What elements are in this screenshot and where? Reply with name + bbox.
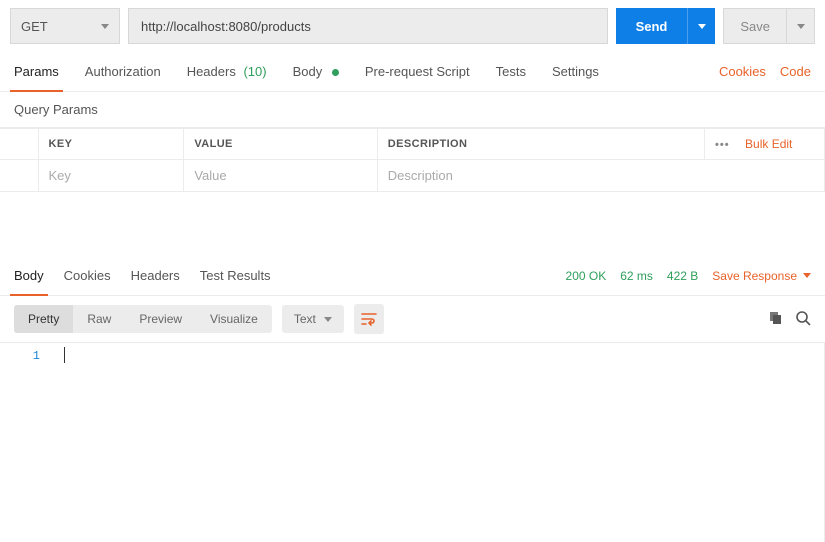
col-description: DESCRIPTION <box>377 129 704 160</box>
chevron-down-icon <box>101 24 109 29</box>
tab-prerequest[interactable]: Pre-request Script <box>365 52 470 91</box>
table-row: Key Value Description <box>0 160 825 192</box>
headers-count: (10) <box>243 64 266 79</box>
body-indicator-icon <box>332 69 339 76</box>
tab-body[interactable]: Body <box>293 52 339 91</box>
cursor-icon <box>64 347 65 363</box>
line-gutter: 1 <box>0 343 50 542</box>
response-time: 62 ms <box>620 269 653 283</box>
query-params-title: Query Params <box>0 92 825 128</box>
preview-button[interactable]: Preview <box>125 305 196 333</box>
cookies-link[interactable]: Cookies <box>719 64 766 79</box>
tab-response-testresults[interactable]: Test Results <box>200 256 271 295</box>
method-select[interactable]: GET <box>10 8 120 44</box>
save-response-label: Save Response <box>712 269 797 283</box>
format-select[interactable]: Text <box>282 305 344 333</box>
tab-headers[interactable]: Headers (10) <box>187 52 267 91</box>
line-number: 1 <box>0 349 40 363</box>
response-size: 422 B <box>667 269 698 283</box>
send-button[interactable]: Send <box>616 8 688 44</box>
copy-icon[interactable] <box>768 310 783 328</box>
tab-response-cookies[interactable]: Cookies <box>64 256 111 295</box>
raw-button[interactable]: Raw <box>73 305 125 333</box>
col-key: KEY <box>38 129 184 160</box>
code-link[interactable]: Code <box>780 64 811 79</box>
save-dropdown-button[interactable] <box>787 8 815 44</box>
search-icon[interactable] <box>795 310 811 329</box>
send-dropdown-button[interactable] <box>687 8 715 44</box>
save-button[interactable]: Save <box>723 8 787 44</box>
tab-response-headers[interactable]: Headers <box>131 256 180 295</box>
chevron-down-icon <box>803 273 811 278</box>
query-params-table: KEY VALUE DESCRIPTION ••• Bulk Edit Key … <box>0 128 825 192</box>
wrap-lines-button[interactable] <box>354 304 384 334</box>
editor-content[interactable] <box>50 343 825 542</box>
more-icon[interactable]: ••• <box>715 139 730 151</box>
key-cell[interactable]: Key <box>38 160 184 192</box>
tab-settings[interactable]: Settings <box>552 52 599 91</box>
request-bar: GET Send Save <box>0 0 825 52</box>
description-cell[interactable]: Description <box>377 160 824 192</box>
bulk-edit-link[interactable]: Bulk Edit <box>745 137 792 151</box>
format-label: Text <box>294 312 316 326</box>
pretty-button[interactable]: Pretty <box>14 305 73 333</box>
url-input[interactable] <box>128 8 608 44</box>
tab-authorization[interactable]: Authorization <box>85 52 161 91</box>
request-tabs: Params Authorization Headers (10) Body P… <box>0 52 825 92</box>
chevron-down-icon <box>698 24 706 29</box>
col-value: VALUE <box>184 129 377 160</box>
method-label: GET <box>21 19 48 34</box>
save-response-button[interactable]: Save Response <box>712 269 811 283</box>
view-mode-group: Pretty Raw Preview Visualize <box>14 305 272 333</box>
response-editor[interactable]: 1 <box>0 342 825 542</box>
wrap-icon <box>361 312 377 326</box>
visualize-button[interactable]: Visualize <box>196 305 272 333</box>
tab-headers-label: Headers <box>187 64 236 79</box>
tab-params[interactable]: Params <box>14 52 59 91</box>
status-code: 200 OK <box>566 269 607 283</box>
chevron-down-icon <box>324 317 332 322</box>
value-cell[interactable]: Value <box>184 160 377 192</box>
chevron-down-icon <box>797 24 805 29</box>
tab-tests[interactable]: Tests <box>496 52 526 91</box>
response-tabs: Body Cookies Headers Test Results 200 OK… <box>0 256 825 296</box>
response-toolbar: Pretty Raw Preview Visualize Text <box>0 296 825 342</box>
tab-response-body[interactable]: Body <box>14 256 44 295</box>
tab-body-label: Body <box>293 64 323 79</box>
